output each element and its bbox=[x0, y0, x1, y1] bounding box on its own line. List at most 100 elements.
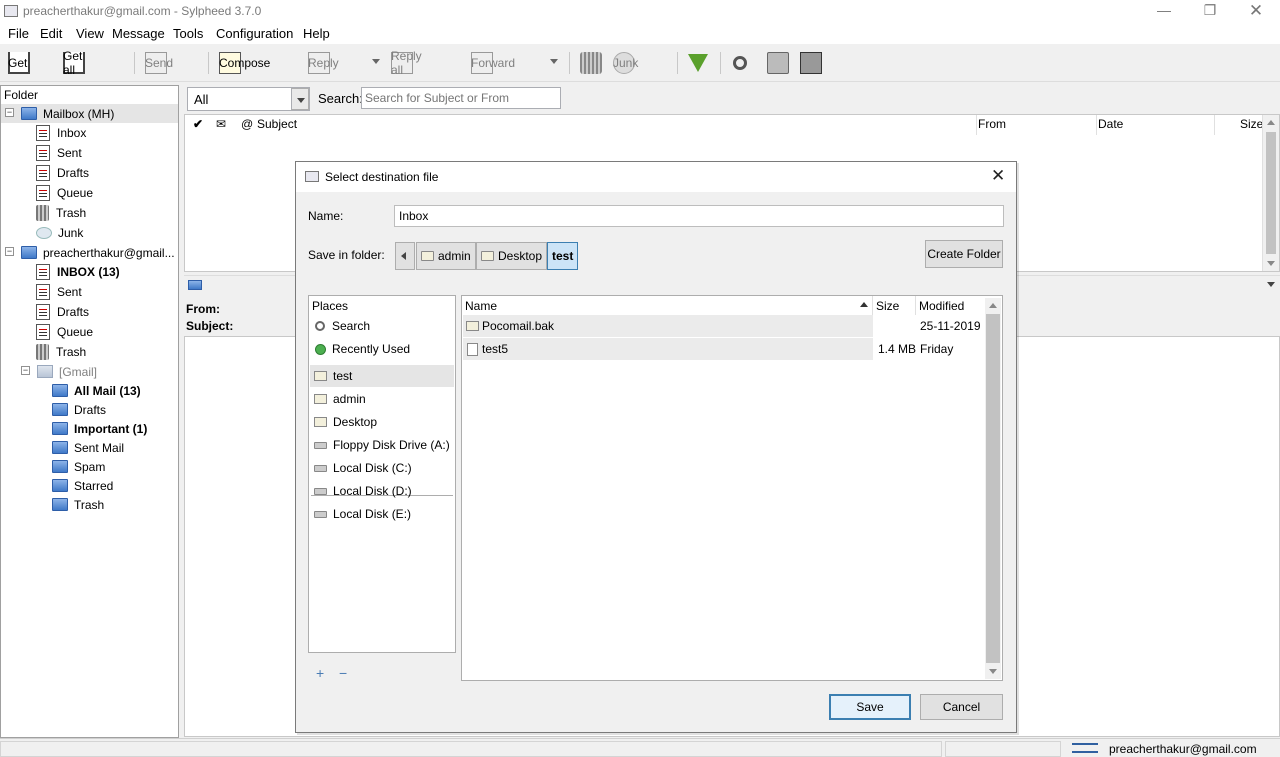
folder-gmail-starred[interactable]: Starred bbox=[52, 476, 113, 495]
menu-tools[interactable]: Tools bbox=[173, 26, 203, 41]
address-book-button[interactable] bbox=[800, 49, 827, 77]
place-admin[interactable]: admin bbox=[310, 388, 454, 410]
reply-dropdown-arrow[interactable] bbox=[372, 59, 380, 64]
places-panel: Places Search Recently Used test admin D… bbox=[308, 295, 456, 653]
forward-button[interactable]: Forward bbox=[471, 49, 515, 77]
next-message-button[interactable] bbox=[688, 49, 713, 77]
breadcrumb-back-button[interactable] bbox=[395, 242, 415, 270]
minimize-button[interactable]: — bbox=[1141, 0, 1187, 23]
scroll-up-icon[interactable] bbox=[989, 303, 997, 308]
place-search[interactable]: Search bbox=[310, 315, 454, 337]
menu-message[interactable]: Message bbox=[112, 26, 165, 41]
breadcrumb-desktop[interactable]: Desktop bbox=[476, 242, 548, 270]
cancel-button[interactable]: Cancel bbox=[920, 694, 1003, 720]
menu-view[interactable]: View bbox=[76, 26, 104, 41]
place-desktop[interactable]: Desktop bbox=[310, 411, 454, 433]
date-column-header[interactable]: Date bbox=[1098, 117, 1123, 135]
forward-dropdown-arrow[interactable] bbox=[550, 59, 558, 64]
folder-icon bbox=[52, 422, 68, 435]
from-column-header[interactable]: From bbox=[978, 117, 1006, 135]
folder-mailbox[interactable]: − Mailbox (MH) bbox=[1, 104, 178, 123]
print-button[interactable] bbox=[767, 49, 794, 77]
junk-button[interactable]: Junk bbox=[613, 49, 640, 77]
filter-select[interactable]: All bbox=[187, 87, 310, 111]
size-column-header[interactable]: Size bbox=[876, 299, 899, 313]
place-floppy[interactable]: Floppy Disk Drive (A:) bbox=[310, 434, 454, 456]
folder-gmail-sent-mail[interactable]: Sent Mail bbox=[52, 438, 124, 457]
folder-gmail-spam[interactable]: Spam bbox=[52, 457, 105, 476]
scroll-up-icon[interactable] bbox=[1267, 120, 1275, 125]
folder-inbox[interactable]: Inbox bbox=[36, 123, 86, 142]
online-status-icon[interactable] bbox=[1072, 743, 1098, 753]
subject-column-header[interactable]: Subject bbox=[257, 117, 297, 135]
modified-column-header[interactable]: Modified bbox=[919, 299, 964, 313]
size-column-header[interactable]: Size bbox=[1240, 117, 1263, 135]
place-local-disk-d[interactable]: Local Disk (D:) bbox=[310, 480, 454, 502]
folder-gmail-all-mail[interactable]: All Mail (13) bbox=[52, 381, 141, 400]
folder-gmail-drafts[interactable]: Drafts bbox=[52, 400, 106, 419]
remove-place-button[interactable]: − bbox=[339, 665, 347, 681]
scroll-down-icon[interactable] bbox=[1267, 261, 1275, 266]
breadcrumb-admin[interactable]: admin bbox=[416, 242, 476, 270]
envelope-column-icon[interactable]: ✉ bbox=[216, 117, 226, 135]
folder-account-trash[interactable]: Trash bbox=[36, 342, 86, 361]
place-local-disk-e[interactable]: Local Disk (E:) bbox=[310, 503, 454, 525]
get-button[interactable]: Get bbox=[8, 49, 35, 77]
sent-icon bbox=[36, 144, 50, 161]
folder-sent[interactable]: Sent bbox=[36, 143, 82, 162]
close-window-button[interactable]: ✕ bbox=[1233, 0, 1279, 23]
folder-gmail-important[interactable]: Important (1) bbox=[52, 419, 147, 438]
hard-drive-icon bbox=[314, 464, 327, 472]
reply-button[interactable]: Reply bbox=[308, 49, 339, 77]
menu-file[interactable]: File bbox=[8, 26, 29, 41]
collapse-icon[interactable]: − bbox=[5, 108, 14, 117]
add-place-button[interactable]: + bbox=[316, 665, 324, 681]
scroll-down-icon[interactable] bbox=[989, 669, 997, 674]
folder-account[interactable]: − preacherthakur@gmail... bbox=[1, 243, 178, 262]
reply-all-button[interactable]: Reply all bbox=[391, 49, 422, 77]
restore-button[interactable]: ❐ bbox=[1187, 0, 1233, 23]
message-list-scrollbar[interactable] bbox=[1262, 115, 1279, 271]
scrollbar-thumb[interactable] bbox=[1266, 132, 1276, 254]
folder-drafts[interactable]: Drafts bbox=[36, 163, 89, 182]
select-destination-dialog: Select destination file ✕ Name: Save in … bbox=[295, 161, 1017, 733]
file-name-input[interactable] bbox=[394, 205, 1004, 227]
file-row[interactable]: test5 1.4 MB Friday bbox=[463, 338, 983, 360]
name-column-header[interactable]: Name bbox=[465, 299, 497, 313]
file-list-scrollbar[interactable] bbox=[985, 298, 1001, 679]
folder-account-drafts[interactable]: Drafts bbox=[36, 302, 89, 321]
dialog-close-icon[interactable]: ✕ bbox=[991, 166, 1005, 186]
send-button[interactable]: Send bbox=[145, 49, 173, 77]
get-all-button[interactable]: Get all bbox=[63, 49, 90, 77]
folder-trash[interactable]: Trash bbox=[36, 203, 86, 222]
place-recently-used[interactable]: Recently Used bbox=[310, 338, 454, 360]
folder-account-queue[interactable]: Queue bbox=[36, 322, 93, 341]
folder-account-sent[interactable]: Sent bbox=[36, 282, 82, 301]
compose-button[interactable]: Compose bbox=[219, 49, 270, 77]
folder-junk[interactable]: Junk bbox=[36, 223, 83, 242]
menu-configuration[interactable]: Configuration bbox=[216, 26, 293, 41]
folder-queue[interactable]: Queue bbox=[36, 183, 93, 202]
scrollbar-thumb[interactable] bbox=[986, 314, 1000, 663]
search-button[interactable] bbox=[733, 49, 752, 77]
place-test[interactable]: test bbox=[310, 365, 454, 387]
delete-button[interactable] bbox=[580, 49, 607, 77]
folder-gmail-trash[interactable]: Trash bbox=[52, 495, 104, 514]
collapse-icon[interactable]: − bbox=[5, 247, 14, 256]
save-button[interactable]: Save bbox=[829, 694, 911, 720]
breadcrumb-test[interactable]: test bbox=[547, 242, 579, 270]
create-folder-button[interactable]: Create Folder bbox=[925, 240, 1003, 268]
chevron-down-icon[interactable] bbox=[1267, 282, 1275, 287]
file-row[interactable]: Pocomail.bak 25-11-2019 bbox=[463, 315, 983, 337]
place-local-disk-c[interactable]: Local Disk (C:) bbox=[310, 457, 454, 479]
collapse-icon[interactable]: − bbox=[21, 366, 30, 375]
folder-account-inbox[interactable]: INBOX (13) bbox=[36, 262, 120, 281]
attachment-column-icon[interactable]: @ bbox=[241, 117, 253, 135]
menu-help[interactable]: Help bbox=[303, 26, 330, 41]
menu-edit[interactable]: Edit bbox=[40, 26, 62, 41]
folder-gmail[interactable]: − [Gmail] bbox=[21, 362, 97, 381]
chevron-down-icon[interactable] bbox=[291, 88, 309, 110]
mark-column-icon[interactable]: ✔ bbox=[193, 117, 203, 135]
folder-icon bbox=[52, 441, 68, 454]
search-input[interactable] bbox=[361, 87, 561, 109]
